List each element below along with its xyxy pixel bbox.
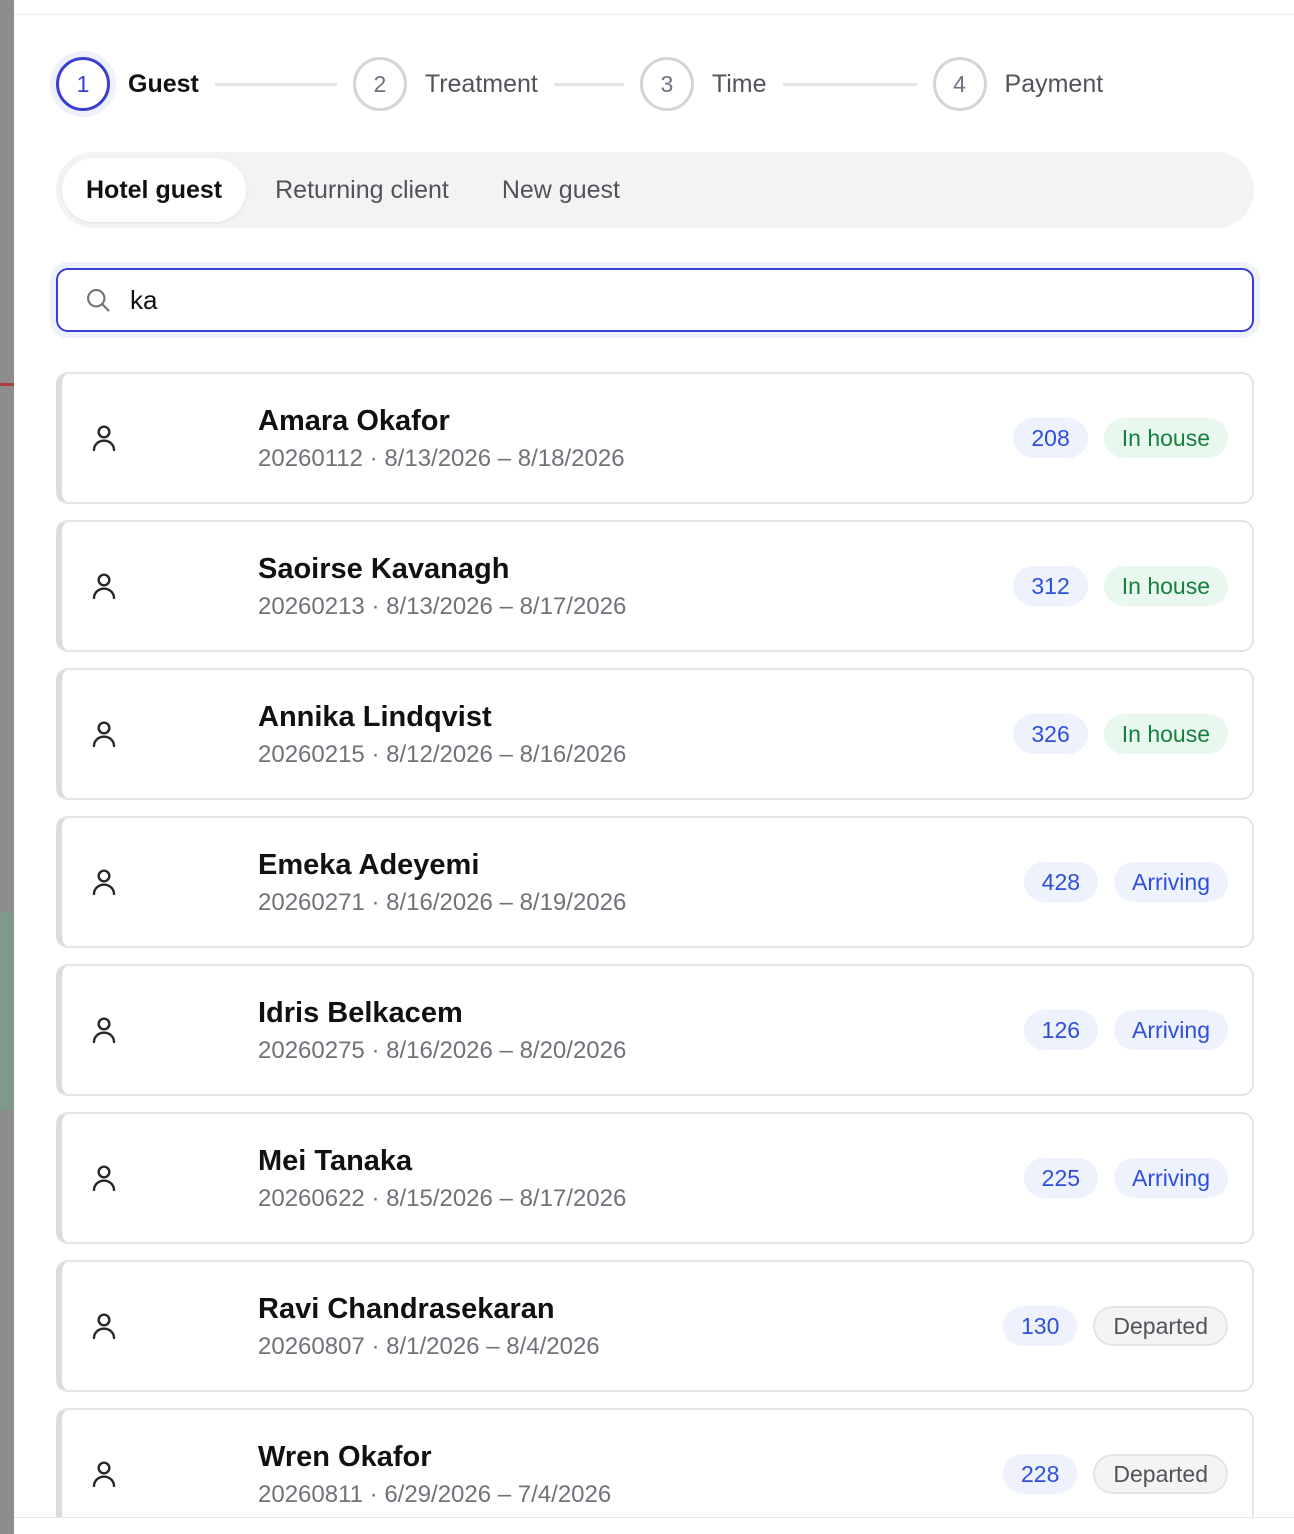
guest-info: Amara Okafor 20260112 · 8/13/2026 – 8/18… [258, 404, 625, 474]
room-badge: 225 [1023, 1158, 1099, 1198]
guest-booking-meta: 20260807 · 8/1/2026 – 8/4/2026 [258, 1333, 600, 1360]
booking-stepper: 1 Guest 2 Treatment 3 Time 4 Payment [56, 56, 1103, 112]
guest-booking-meta: 20260271 · 8/16/2026 – 8/19/2026 [258, 889, 627, 916]
step-number: 2 [352, 57, 407, 111]
room-badge: 228 [1003, 1454, 1078, 1494]
divider [14, 14, 1294, 15]
step-number: 3 [639, 57, 694, 111]
guest-badges: 312 In house [1013, 566, 1228, 606]
guest-info: Annika Lindqvist 20260215 · 8/12/2026 – … [258, 700, 626, 770]
user-icon [92, 869, 116, 896]
step-label: Time [711, 69, 767, 98]
guest-type-tabs: Hotel guest Returning client New guest [56, 152, 1254, 228]
user-icon [92, 721, 116, 748]
guest-badges: 428 Arriving [1023, 862, 1228, 902]
guest-booking-meta: 20260622 · 8/15/2026 – 8/17/2026 [258, 1185, 627, 1212]
user-icon [92, 425, 116, 452]
search-input[interactable] [130, 284, 1252, 316]
status-badge: In house [1103, 714, 1228, 754]
guest-badges: 208 In house [1013, 418, 1228, 458]
guest-booking-meta: 20260811 · 6/29/2026 – 7/4/2026 [258, 1481, 612, 1508]
step-treatment[interactable]: 2 Treatment [352, 57, 538, 111]
guest-search [56, 268, 1254, 332]
backdrop-mark [0, 383, 14, 386]
guest-name: Emeka Adeyemi [258, 849, 480, 881]
step-label: Guest [128, 69, 199, 98]
guest-row[interactable]: Saoirse Kavanagh 20260213 · 8/13/2026 – … [56, 520, 1254, 652]
guest-info: Ravi Chandrasekaran 20260807 · 8/1/2026 … [258, 1292, 600, 1362]
booking-panel: 1 Guest 2 Treatment 3 Time 4 Payment Hot… [14, 0, 1294, 1518]
room-badge: 208 [1013, 418, 1088, 458]
guest-row[interactable]: Idris Belkacem 20260275 · 8/16/2026 – 8/… [56, 964, 1254, 1096]
divider [14, 1517, 1294, 1518]
status-badge: Departed [1093, 1454, 1228, 1494]
guest-info: Emeka Adeyemi 20260271 · 8/16/2026 – 8/1… [258, 848, 626, 918]
tab-returning-client[interactable]: Returning client [251, 158, 473, 222]
guest-name: Idris Belkacem [258, 997, 463, 1029]
guest-badges: 326 In house [1013, 714, 1228, 754]
status-badge: Arriving [1114, 1158, 1228, 1198]
step-guest[interactable]: 1 Guest [56, 57, 199, 111]
step-connector [553, 82, 624, 86]
step-number: 1 [56, 57, 110, 111]
tab-hotel-guest[interactable]: Hotel guest [62, 158, 247, 222]
guest-info: Idris Belkacem 20260275 · 8/16/2026 – 8/… [258, 996, 626, 1066]
room-badge: 312 [1013, 566, 1088, 606]
status-badge: In house [1103, 566, 1228, 606]
step-time[interactable]: 3 Time [639, 57, 767, 111]
guest-booking-meta: 20260213 · 8/13/2026 – 8/17/2026 [258, 593, 627, 620]
guest-row[interactable]: Emeka Adeyemi 20260271 · 8/16/2026 – 8/1… [56, 816, 1254, 948]
guest-row[interactable]: Amara Okafor 20260112 · 8/13/2026 – 8/18… [56, 372, 1254, 504]
tab-new-guest[interactable]: New guest [478, 158, 644, 222]
guest-info: Saoirse Kavanagh 20260213 · 8/13/2026 – … [258, 552, 626, 622]
guest-name: Saoirse Kavanagh [258, 553, 510, 585]
step-connector [214, 82, 337, 86]
step-payment[interactable]: 4 Payment [932, 57, 1104, 111]
guest-row[interactable]: Wren Okafor 20260811 · 6/29/2026 – 7/4/2… [56, 1408, 1254, 1518]
user-icon [92, 1461, 116, 1488]
guest-row[interactable]: Ravi Chandrasekaran 20260807 · 8/1/2026 … [56, 1260, 1254, 1392]
status-badge: Arriving [1114, 862, 1228, 902]
search-icon [87, 289, 110, 312]
status-badge: Departed [1093, 1306, 1228, 1346]
room-badge: 326 [1013, 714, 1088, 754]
room-badge: 130 [1003, 1306, 1078, 1346]
status-badge: In house [1103, 418, 1228, 458]
step-number: 4 [932, 57, 987, 111]
step-label: Payment [1004, 69, 1104, 98]
user-icon [92, 573, 116, 600]
room-badge: 126 [1023, 1010, 1099, 1050]
backdrop-mark [0, 912, 14, 1110]
guest-booking-meta: 20260112 · 8/13/2026 – 8/18/2026 [258, 445, 625, 472]
step-label: Treatment [424, 69, 538, 98]
status-badge: Arriving [1114, 1010, 1228, 1050]
guest-row[interactable]: Mei Tanaka 20260622 · 8/15/2026 – 8/17/2… [56, 1112, 1254, 1244]
guest-badges: 225 Arriving [1023, 1158, 1228, 1198]
room-badge: 428 [1023, 862, 1099, 902]
guest-badges: 130 Departed [1003, 1306, 1228, 1346]
guest-badges: 228 Departed [1003, 1454, 1228, 1494]
guest-list: Amara Okafor 20260112 · 8/13/2026 – 8/18… [56, 372, 1254, 1518]
guest-info: Mei Tanaka 20260622 · 8/15/2026 – 8/17/2… [258, 1144, 626, 1214]
user-icon [92, 1017, 116, 1044]
guest-booking-meta: 20260275 · 8/16/2026 – 8/20/2026 [258, 1037, 627, 1064]
guest-name: Mei Tanaka [258, 1145, 413, 1177]
guest-badges: 126 Arriving [1023, 1010, 1228, 1050]
user-icon [92, 1313, 116, 1340]
guest-info: Wren Okafor 20260811 · 6/29/2026 – 7/4/2… [258, 1440, 611, 1510]
guest-booking-meta: 20260215 · 8/12/2026 – 8/16/2026 [258, 741, 627, 768]
user-icon [92, 1165, 116, 1192]
guest-row[interactable]: Annika Lindqvist 20260215 · 8/12/2026 – … [56, 668, 1254, 800]
guest-name: Amara Okafor [258, 405, 450, 437]
backdrop-strip [0, 0, 14, 1534]
guest-name: Wren Okafor [258, 1441, 432, 1473]
guest-name: Annika Lindqvist [258, 701, 492, 733]
guest-name: Ravi Chandrasekaran [258, 1293, 555, 1325]
step-connector [782, 82, 917, 86]
